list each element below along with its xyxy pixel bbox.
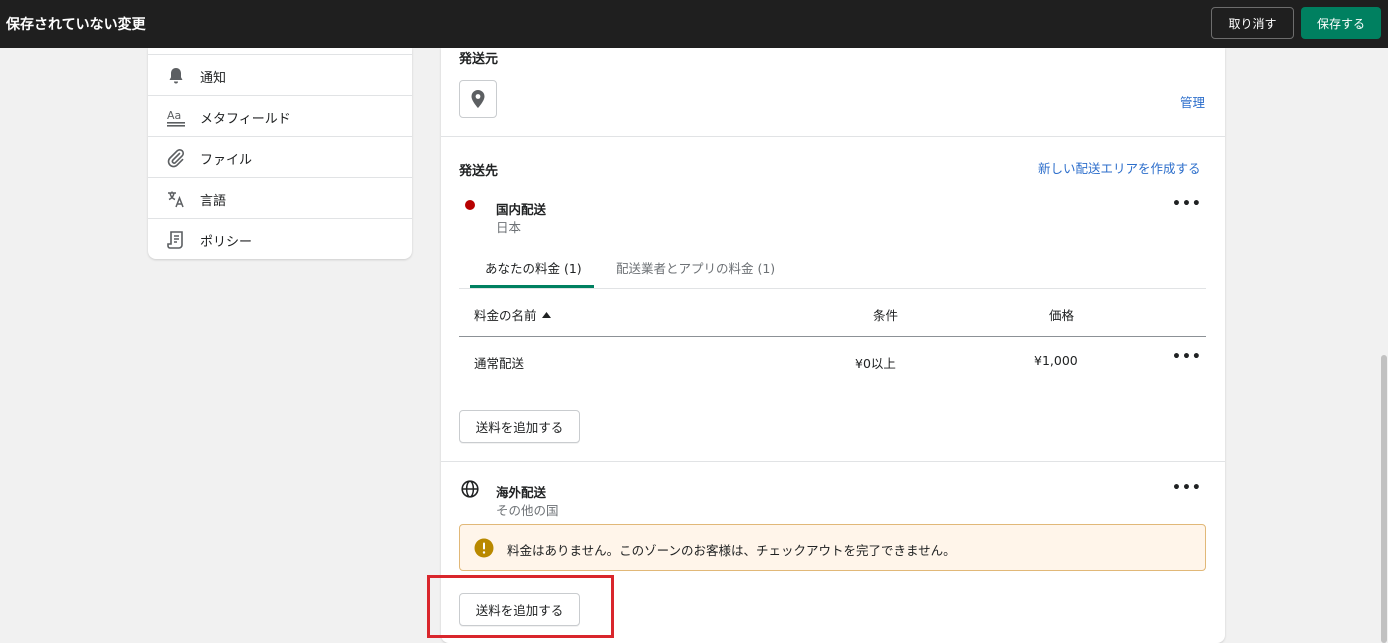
save-button[interactable]: 保存する bbox=[1301, 7, 1381, 39]
sort-ascending-icon bbox=[541, 311, 551, 318]
sidebar-item-files[interactable]: ファイル bbox=[148, 136, 412, 177]
shipping-profile-card: 発送元 管理 発送先 新しい配送エリアを作成する 国内配送 日本 ••• あなた… bbox=[441, 48, 1225, 643]
settings-sidebar: 通知 Aa メタフィールド ファイル 言語 ポリシー bbox=[148, 48, 412, 259]
domestic-zone-name: 国内配送 bbox=[496, 202, 547, 217]
policy-icon bbox=[167, 231, 183, 249]
paperclip-icon bbox=[167, 148, 185, 168]
sidebar-item-label: 言語 bbox=[200, 194, 227, 209]
tabs-divider bbox=[459, 288, 1206, 289]
international-zone-more-button[interactable]: ••• bbox=[1172, 480, 1202, 496]
sidebar-item-metafields[interactable]: Aa メタフィールド bbox=[148, 95, 412, 136]
tab-carrier-rates[interactable]: 配送業者とアプリの料金 (1) bbox=[616, 258, 775, 277]
domestic-zone-more-button[interactable]: ••• bbox=[1172, 196, 1202, 212]
divider bbox=[441, 461, 1225, 462]
price-column-header: 価格 bbox=[1049, 308, 1075, 323]
origin-heading: 発送元 bbox=[459, 52, 499, 67]
rate-name-cell: 通常配送 bbox=[474, 356, 525, 371]
rate-name-header-label: 料金の名前 bbox=[474, 308, 537, 323]
no-rates-warning-text: 料金はありません。このゾーンのお客様は、チェックアウトを完了できません。 bbox=[507, 543, 956, 558]
bell-icon bbox=[169, 68, 183, 84]
sidebar-item-label: ファイル bbox=[200, 153, 253, 168]
metafield-icon: Aa bbox=[167, 109, 185, 127]
translate-icon bbox=[168, 191, 184, 208]
zone-status-dot bbox=[465, 200, 475, 210]
table-row: 通常配送 ¥0以上 ¥1,000 ••• bbox=[459, 337, 1206, 385]
rate-price-cell: ¥1,000 bbox=[1034, 353, 1078, 368]
svg-text:Aa: Aa bbox=[167, 109, 181, 122]
sidebar-item-languages[interactable]: 言語 bbox=[148, 177, 412, 218]
sidebar-item-label: 通知 bbox=[200, 71, 227, 86]
international-zone-name: 海外配送 bbox=[496, 485, 547, 500]
sidebar-item-label: ポリシー bbox=[200, 235, 253, 250]
warning-icon bbox=[474, 538, 494, 558]
condition-column-header: 条件 bbox=[873, 308, 899, 323]
create-zone-link[interactable]: 新しい配送エリアを作成する bbox=[1038, 158, 1201, 177]
international-zone-countries: その他の国 bbox=[496, 503, 559, 518]
location-pin-icon bbox=[471, 90, 485, 108]
scrollbar-thumb[interactable] bbox=[1381, 355, 1387, 643]
location-pin-button[interactable] bbox=[459, 80, 497, 118]
rate-name-column-header[interactable]: 料金の名前 bbox=[474, 305, 551, 324]
destination-heading: 発送先 bbox=[459, 164, 499, 179]
highlight-box bbox=[427, 575, 614, 638]
manage-link[interactable]: 管理 bbox=[1180, 92, 1205, 111]
sidebar-item-notifications[interactable]: 通知 bbox=[148, 54, 412, 95]
sidebar-item-policies[interactable]: ポリシー bbox=[148, 218, 412, 259]
sidebar-item-label: メタフィールド bbox=[200, 112, 291, 127]
unsaved-changes-bar: 保存されていない変更 取り消す 保存する bbox=[0, 0, 1388, 48]
rate-more-button[interactable]: ••• bbox=[1172, 349, 1202, 365]
tab-your-rates[interactable]: あなたの料金 (1) bbox=[485, 258, 582, 277]
globe-icon bbox=[461, 480, 479, 498]
no-rates-warning-banner: 料金はありません。このゾーンのお客様は、チェックアウトを完了できません。 bbox=[459, 524, 1206, 571]
unsaved-changes-title: 保存されていない変更 bbox=[6, 17, 146, 33]
rate-condition-cell: ¥0以上 bbox=[855, 356, 896, 371]
domestic-zone-countries: 日本 bbox=[496, 220, 522, 235]
discard-button[interactable]: 取り消す bbox=[1211, 7, 1294, 39]
divider bbox=[441, 136, 1225, 137]
add-rate-button-domestic[interactable]: 送料を追加する bbox=[459, 410, 580, 443]
